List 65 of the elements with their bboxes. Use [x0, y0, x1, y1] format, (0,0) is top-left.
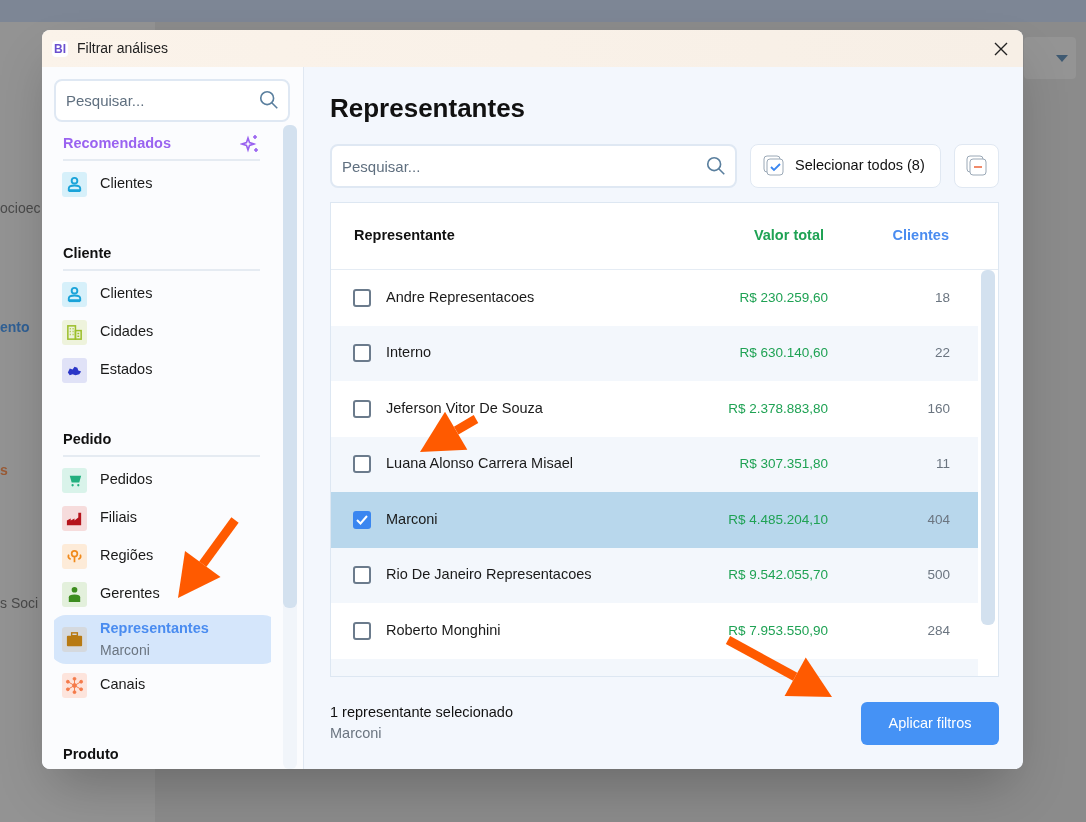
table-cell-text: 404 — [926, 510, 950, 529]
table-cell-text: 11 — [935, 455, 950, 474]
column-header: Clientes — [891, 226, 949, 246]
sidebar-item[interactable]: Representantes Marconi — [54, 615, 271, 664]
sidebar-item[interactable]: Clientes — [54, 167, 271, 201]
item-label: Pedidos — [100, 470, 153, 490]
section-heading: Recomendados — [63, 134, 171, 154]
table-cell-text: Roberto Monghini — [386, 620, 502, 640]
table-cell-text: 18 — [933, 288, 950, 307]
sidebar-item[interactable]: Pedidos — [54, 463, 271, 497]
sidebar-item[interactable]: Regiões — [54, 539, 271, 573]
table-cell-text: 284 — [926, 621, 950, 640]
selection-detail: Marconi — [330, 724, 383, 744]
item-label: Clientes — [100, 174, 153, 194]
section-heading: Pedido — [63, 430, 112, 450]
sidebar-item[interactable]: Estados — [54, 353, 271, 387]
search-field[interactable]: Pesquisar... — [330, 144, 737, 188]
background-text: s — [0, 461, 8, 480]
item-label: Gerentes — [100, 584, 160, 604]
item-label: Estados — [100, 360, 153, 380]
background-text: s Soci — [0, 594, 39, 613]
table-row[interactable]: Luana Alonso Carrera Misael R$ 307.351,80 11 — [331, 436, 978, 492]
background-text: ento — [0, 318, 30, 337]
table-cell-text: Andre Representacoes — [386, 287, 536, 307]
section-heading: Produto — [63, 745, 119, 765]
item-label: Cidades — [100, 322, 154, 342]
column-header: Representante — [354, 226, 456, 246]
table-cell-text: Jeferson Vitor De Souza — [386, 398, 544, 418]
column-header: Valor total — [752, 226, 824, 246]
sidebar-item[interactable]: Gerentes — [54, 577, 271, 611]
table-cell-text: R$ 9.542.055,70 — [727, 566, 828, 585]
select-all-button[interactable]: Selecionar todos (8) — [750, 144, 941, 188]
table-row[interactable]: Interno R$ 630.140,60 22 — [331, 325, 978, 381]
table-cell-text: R$ 4.485.204,10 — [727, 510, 828, 529]
table-cell-text: Interno — [386, 343, 433, 363]
table-cell-text: R$ 2.378.883,80 — [727, 399, 828, 418]
search-field[interactable]: Pesquisar... — [54, 79, 290, 122]
sidebar-item[interactable]: Canais — [54, 668, 271, 702]
item-label: Representantes — [100, 619, 209, 639]
table-cell-text: R$ 7.953.550,90 — [727, 621, 828, 640]
item-detail: Marconi — [100, 640, 151, 660]
sidebar-item[interactable]: Cidades — [54, 315, 271, 349]
table-cell-text: 22 — [933, 344, 950, 363]
table-row[interactable]: Rio De Janeiro Representacoes R$ 9.542.055,70 500 — [331, 547, 978, 603]
item-label: Regiões — [100, 546, 154, 566]
table-row[interactable]: Marconi R$ 4.485.204,10 404 — [331, 492, 978, 548]
sidebar-item[interactable]: Filiais — [54, 501, 271, 535]
sidebar-item[interactable]: Clientes — [54, 277, 271, 311]
item-label: Clientes — [100, 284, 153, 304]
table-cell-text: Rio De Janeiro Representacoes — [386, 565, 593, 585]
selection-summary: 1 representante selecionado — [330, 702, 513, 722]
table-cell-text: 160 — [926, 399, 950, 418]
window-title: Filtrar análises — [77, 39, 169, 58]
table-cell-text: 500 — [926, 566, 950, 585]
app-logo: BI — [52, 40, 68, 57]
table-cell-text: Marconi — [386, 509, 439, 529]
background-text: ocioec — [0, 199, 41, 218]
table-cell-text: R$ 307.351,80 — [738, 455, 828, 474]
table-cell-text: Luana Alonso Carrera Misael — [386, 454, 574, 474]
table-cell-text: R$ 230.259,60 — [738, 288, 828, 307]
section-heading: Cliente — [63, 244, 112, 264]
item-label: Canais — [100, 675, 146, 695]
panel-title: Representantes — [330, 93, 527, 123]
item-label: Filiais — [100, 508, 138, 528]
table-cell-text: R$ 630.140,60 — [738, 344, 828, 363]
